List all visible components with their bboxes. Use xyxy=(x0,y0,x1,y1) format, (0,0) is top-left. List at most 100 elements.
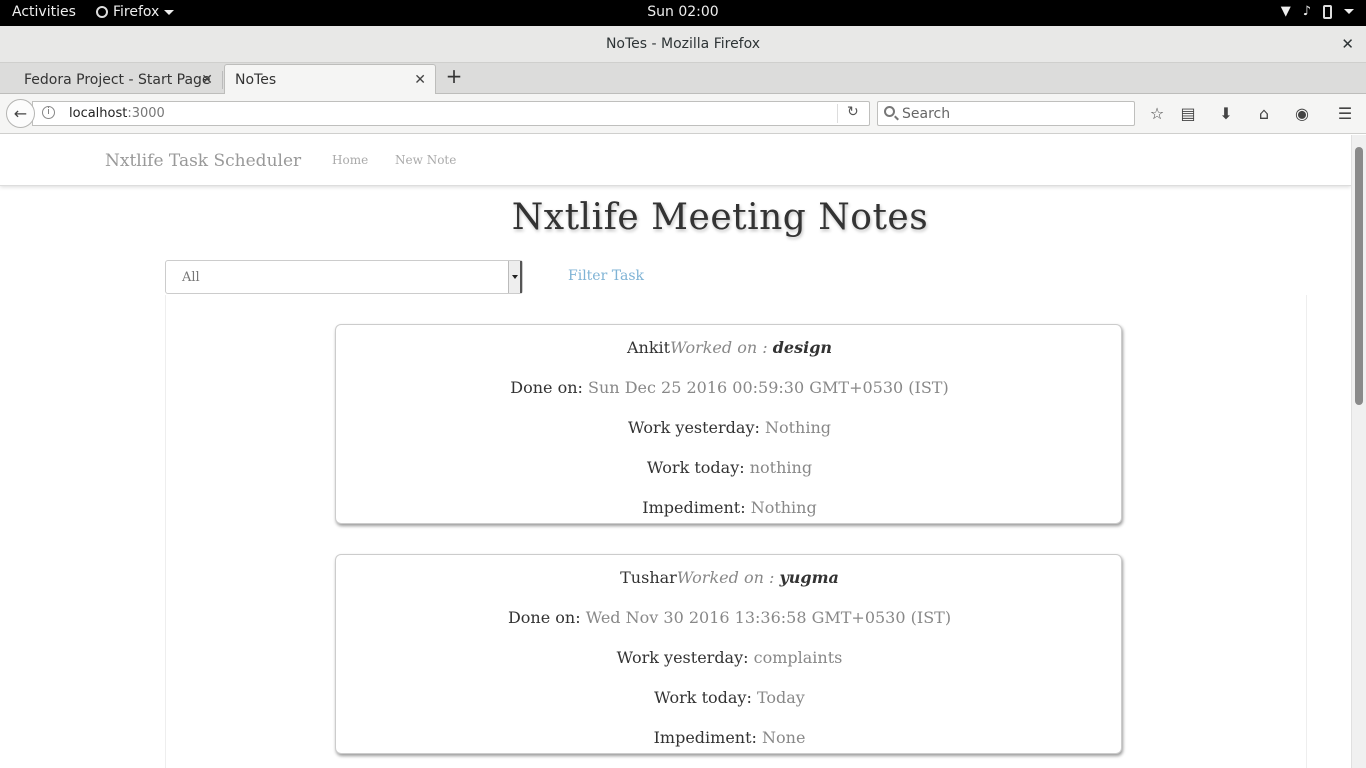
home-button[interactable]: ⌂ xyxy=(1253,104,1275,124)
activities-button[interactable]: Activities xyxy=(12,4,76,20)
battery-icon xyxy=(1323,4,1332,19)
url-text[interactable]: localhost:3000 xyxy=(69,106,165,121)
pocket-button[interactable]: ◉ xyxy=(1291,104,1313,124)
search-bar[interactable] xyxy=(877,101,1135,126)
note-author: Tushar xyxy=(620,568,677,587)
note-work-yesterday: Work yesterday: Nothing xyxy=(336,418,1123,437)
note-task: yugma xyxy=(779,568,839,587)
site-brand-link[interactable]: Nxtlife Task Scheduler xyxy=(105,151,301,171)
note-card: TusharWorked on : yugma Done on: Wed Nov… xyxy=(335,554,1122,754)
bookmark-star-button[interactable]: ☆ xyxy=(1146,104,1168,124)
note-work-yesterday: Work yesterday: complaints xyxy=(336,648,1123,667)
nav-link-home[interactable]: Home xyxy=(332,153,368,167)
arrow-left-icon: ← xyxy=(13,104,28,123)
close-icon: ✕ xyxy=(201,71,213,88)
url-bar-divider xyxy=(837,104,838,123)
filter-select[interactable]: All xyxy=(165,260,523,294)
window-title-bar: NoTes - Mozilla Firefox ✕ xyxy=(0,26,1366,63)
scrollbar-thumb[interactable] xyxy=(1355,147,1363,405)
done-on-label: Done on: xyxy=(510,378,583,397)
note-header: TusharWorked on : yugma xyxy=(336,568,1123,587)
navigation-toolbar: ← i localhost:3000 ↻ ☆ ▤ ⬇ ⌂ ◉ ☰ xyxy=(0,94,1366,134)
done-on-label: Done on: xyxy=(507,608,581,627)
note-author: Ankit xyxy=(626,338,671,357)
page-scrollbar[interactable] xyxy=(1351,135,1366,768)
work-today-value: Today xyxy=(756,688,805,707)
impediment-value: None xyxy=(762,728,806,747)
plus-icon: + xyxy=(445,64,463,88)
url-port: :3000 xyxy=(127,106,165,121)
clipboard-icon: ▤ xyxy=(1180,104,1196,123)
note-card: AnkitWorked on : design Done on: Sun Dec… xyxy=(335,324,1122,524)
window-close-button[interactable]: ✕ xyxy=(1341,35,1354,53)
reload-icon: ↻ xyxy=(847,104,859,120)
work-yesterday-label: Work yesterday: xyxy=(616,648,749,667)
work-today-label: Work today: xyxy=(646,458,745,477)
tab-label: Fedora Project - Start Page xyxy=(24,71,211,88)
chevron-down-icon xyxy=(1344,9,1354,14)
note-impediment: Impediment: Nothing xyxy=(336,498,1123,517)
bookmarks-menu-button[interactable]: ▤ xyxy=(1177,104,1199,124)
tab-bar: Fedora Project - Start Page ✕ NoTes ✕ xyxy=(0,63,1366,95)
nav-link-new-note[interactable]: New Note xyxy=(395,153,456,167)
window-title: NoTes - Mozilla Firefox xyxy=(605,36,761,52)
work-today-value: nothing xyxy=(749,458,813,477)
tab-separator xyxy=(222,71,223,89)
page-viewport: Nxtlife Task Scheduler Home New Note Nxt… xyxy=(0,135,1351,768)
chevron-down-icon xyxy=(164,9,175,15)
search-input[interactable] xyxy=(902,104,1127,123)
impediment-value: Nothing xyxy=(750,498,817,517)
clock[interactable]: Sun 02:00 xyxy=(647,4,718,20)
reload-button[interactable]: ↻ xyxy=(847,104,859,120)
app-menu-label: Firefox xyxy=(113,4,160,20)
impediment-label: Impediment: xyxy=(642,498,746,517)
close-icon: ✕ xyxy=(414,72,426,88)
firefox-icon xyxy=(96,6,108,18)
gnome-top-bar: Activities Firefox Sun 02:00 ▼ ♪ xyxy=(0,0,1366,26)
done-on-value: Sun Dec 25 2016 00:59:30 GMT+0530 (IST) xyxy=(588,378,949,397)
page-title: Nxtlife Meeting Notes xyxy=(511,197,929,238)
downloads-button[interactable]: ⬇ xyxy=(1215,104,1237,124)
star-icon: ☆ xyxy=(1149,104,1165,123)
download-arrow-icon: ⬇ xyxy=(1219,104,1233,123)
site-navbar: Nxtlife Task Scheduler Home New Note xyxy=(0,135,1351,186)
hamburger-menu-icon: ☰ xyxy=(1337,104,1353,123)
app-menu[interactable]: Firefox xyxy=(96,4,175,20)
done-on-value: Wed Nov 30 2016 13:36:58 GMT+0530 (IST) xyxy=(585,608,952,627)
tab-close-button[interactable]: ✕ xyxy=(414,72,426,88)
tab-notes[interactable]: NoTes ✕ xyxy=(224,64,436,95)
work-yesterday-label: Work yesterday: xyxy=(627,418,760,437)
note-impediment: Impediment: None xyxy=(336,728,1123,747)
work-yesterday-value: complaints xyxy=(753,648,843,667)
new-tab-button[interactable]: + xyxy=(444,64,464,92)
note-work-today: Work today: Today xyxy=(336,688,1123,707)
home-icon: ⌂ xyxy=(1258,104,1270,123)
close-icon: ✕ xyxy=(1341,35,1354,53)
note-header: AnkitWorked on : design xyxy=(336,338,1123,357)
impediment-label: Impediment: xyxy=(653,728,757,747)
open-menu-button[interactable]: ☰ xyxy=(1334,104,1356,124)
tab-fedora-start-page[interactable]: Fedora Project - Start Page ✕ xyxy=(0,65,222,94)
site-info-icon[interactable]: i xyxy=(42,106,55,119)
filter-select-value: All xyxy=(182,270,200,285)
worked-on-label: Worked on : xyxy=(670,338,773,357)
pocket-icon: ◉ xyxy=(1295,104,1309,123)
tab-label: NoTes xyxy=(235,72,277,88)
note-done-on: Done on: Sun Dec 25 2016 00:59:30 GMT+05… xyxy=(336,378,1123,397)
dropdown-arrow-icon[interactable] xyxy=(508,261,522,293)
note-work-today: Work today: nothing xyxy=(336,458,1123,477)
filter-task-button[interactable]: Filter Task xyxy=(568,268,644,284)
note-done-on: Done on: Wed Nov 30 2016 13:36:58 GMT+05… xyxy=(336,608,1123,627)
tab-close-button[interactable]: ✕ xyxy=(201,72,213,88)
work-today-label: Work today: xyxy=(654,688,752,707)
volume-icon: ♪ xyxy=(1302,4,1311,19)
work-yesterday-value: Nothing xyxy=(764,418,832,437)
system-tray[interactable]: ▼ ♪ xyxy=(1281,4,1354,19)
url-bar[interactable]: i localhost:3000 ↻ xyxy=(32,101,870,126)
worked-on-label: Worked on : xyxy=(676,568,780,587)
wifi-icon: ▼ xyxy=(1280,4,1291,19)
url-host: localhost xyxy=(69,106,128,121)
note-task: design xyxy=(772,338,833,357)
back-button[interactable]: ← xyxy=(6,99,35,128)
search-icon xyxy=(884,106,895,117)
